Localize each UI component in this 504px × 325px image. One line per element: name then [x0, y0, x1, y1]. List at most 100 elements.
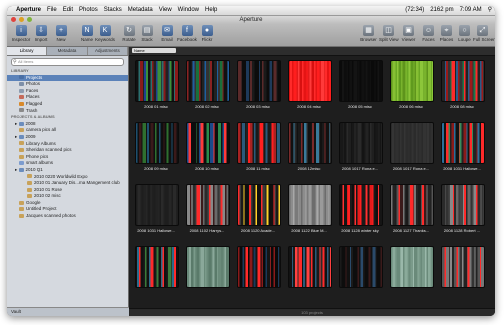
menu-window[interactable]: Window	[175, 6, 202, 15]
menu-metadata[interactable]: Metadata	[125, 6, 156, 15]
wifi-status[interactable]: 2162 pm	[427, 6, 456, 15]
project-thumbnail[interactable]: 2008 09 misc	[135, 122, 179, 171]
toolbar-split-view-button[interactable]: ◫ Split View	[379, 25, 399, 42]
sidebar-item[interactable]: Projects	[7, 74, 128, 82]
project-thumbnail[interactable]	[441, 246, 485, 290]
toolbar-import-button[interactable]: ⇩ Import	[31, 25, 51, 42]
project-thumbnail[interactable]: 2008 01 misc	[135, 60, 179, 109]
toolbar-places-button[interactable]: ⌖ Places	[437, 25, 456, 42]
project-thumbnail[interactable]: 2008 1102 Harrys...	[186, 184, 230, 233]
project-thumbnail[interactable]: 2008 05 misc	[339, 60, 383, 109]
toolbar-rotate-button[interactable]: ↻ Rotate	[119, 25, 139, 42]
sidebar-item[interactable]: camera pics all	[7, 127, 128, 134]
sidebar-item[interactable]: 2010 02 misc	[7, 193, 128, 200]
project-thumbnail[interactable]	[390, 246, 434, 290]
project-preview-image	[390, 184, 434, 226]
sidebar-item[interactable]: Google	[7, 200, 128, 207]
project-thumbnail[interactable]: 2008 1017 Rona e...	[339, 122, 383, 171]
project-thumbnail[interactable]: 2008 1122 Blue M...	[288, 184, 332, 233]
battery-status[interactable]: (72:34)	[402, 6, 427, 15]
project-thumbnail[interactable]: 2008 1017 Rona e...	[390, 122, 434, 171]
tab-library[interactable]: Library	[7, 47, 48, 55]
sidebar-section-header: PROJECTS & ALBUMS	[7, 114, 128, 121]
toolbar-loupe-button[interactable]: ○ Loupe	[455, 25, 474, 42]
zoom-icon[interactable]	[27, 17, 32, 22]
sidebar-item[interactable]: Untitled Project	[7, 206, 128, 213]
sidebar-item-label: Sheridan scanned pics	[26, 147, 72, 153]
project-thumbnail[interactable]: 2008 03 misc	[237, 60, 281, 109]
sidebar-item[interactable]: ▸ 2008	[7, 121, 128, 128]
sort-select[interactable]: Name	[132, 48, 176, 53]
project-name: 2008 1128 winter sky	[341, 228, 379, 233]
sidebar-item[interactable]: Flagged	[7, 101, 128, 108]
project-thumbnail[interactable]: 2008 1128 winter sky	[339, 184, 383, 233]
vault-bar[interactable]: Vault	[7, 307, 132, 316]
spotlight-icon[interactable]: ⚲	[485, 6, 495, 15]
toolbar-faces-button[interactable]: ☺ Faces	[419, 25, 438, 42]
project-preview-image	[441, 246, 485, 288]
project-thumbnail[interactable]: 2008 06 misc	[390, 60, 434, 109]
sidebar-item[interactable]: Trash	[7, 108, 128, 115]
sidebar-item[interactable]: Library Albums	[7, 141, 128, 148]
sidebar-item[interactable]: Sheridan scanned pics	[7, 147, 128, 154]
menubar-clock[interactable]: 7:09 AM	[457, 6, 485, 15]
toolbar-new-button[interactable]: + New	[51, 25, 71, 42]
project-thumbnail[interactable]	[186, 246, 230, 290]
disclosure-triangle-icon[interactable]: ▸	[15, 134, 19, 139]
project-thumbnail[interactable]: 2008 02 misc	[186, 60, 230, 109]
sidebar-item[interactable]: smart albums	[7, 160, 128, 167]
project-thumbnail[interactable]: 2008 1031 Hallowe...	[135, 184, 179, 233]
project-thumbnail[interactable]: 2008 1120 Acade...	[237, 184, 281, 233]
toolbar-browser-button[interactable]: ▦ Browser	[359, 25, 378, 42]
tab-metadata[interactable]: Metadata	[47, 47, 88, 55]
menu-edit[interactable]: Edit	[60, 6, 76, 15]
toolbar-facebook-button[interactable]: f Facebook	[177, 25, 197, 42]
project-thumbnail[interactable]: 2008 1127 Thanks...	[390, 184, 434, 233]
project-preview-image	[441, 184, 485, 226]
project-thumbnail[interactable]: 2008 04 misc	[288, 60, 332, 109]
menu-file[interactable]: File	[44, 6, 60, 15]
project-thumbnail[interactable]: 2008 10 misc	[186, 122, 230, 171]
project-thumbnail[interactable]: 2008 11 misc	[237, 122, 281, 171]
menu-help[interactable]: Help	[202, 6, 220, 15]
disclosure-triangle-icon[interactable]: ▸	[15, 121, 19, 126]
toolbar-stack-button[interactable]: ▤ Stack	[137, 25, 157, 42]
toolbar-keywords-button[interactable]: K Keywords	[95, 25, 115, 42]
sidebar-item[interactable]: Places	[7, 94, 128, 101]
menu-photos[interactable]: Photos	[76, 6, 101, 15]
toolbar-name-button[interactable]: N Name	[77, 25, 97, 42]
minimize-icon[interactable]	[19, 17, 24, 22]
menu-aperture[interactable]: Aperture	[13, 6, 44, 15]
sidebar-item-label: Jacques scanned photos	[26, 213, 76, 219]
toolbar-full-screen-button[interactable]: ⤢ Full Screen	[473, 25, 495, 42]
project-thumbnail[interactable]: 2008 08 misc	[441, 60, 485, 109]
project-thumbnail[interactable]	[288, 246, 332, 290]
toolbar-inspector-button[interactable]: i Inspector	[11, 25, 31, 42]
menu-stacks[interactable]: Stacks	[101, 6, 125, 15]
project-thumbnail[interactable]	[135, 246, 179, 290]
sidebar-item[interactable]: ▸ 2009	[7, 134, 128, 141]
toolbar-viewer-button[interactable]: ▣ Viewer	[399, 25, 418, 42]
project-thumbnail[interactable]	[237, 246, 281, 290]
sidebar-item[interactable]: Jacques scanned photos	[7, 213, 128, 220]
close-icon[interactable]	[11, 17, 16, 22]
project-thumbnail[interactable]	[339, 246, 383, 290]
menu-view[interactable]: View	[156, 6, 175, 15]
sidebar-item[interactable]: 2010 01 January Dis...ma Mangement club	[7, 180, 128, 187]
project-icon	[19, 147, 24, 152]
project-thumbnail[interactable]: 2008 1031 Hallowe...	[441, 122, 485, 171]
project-preview-image	[390, 246, 434, 288]
project-thumbnail[interactable]: 2008 12misc	[288, 122, 332, 171]
sidebar-item[interactable]: 2010 01 Rose	[7, 187, 128, 194]
toolbar-flickr-button[interactable]: ● Flickr	[197, 25, 217, 42]
sidebar-item[interactable]: Faces	[7, 88, 128, 95]
sidebar-item[interactable]: 2010 0220 Worldwild Expo	[7, 174, 128, 181]
disclosure-triangle-icon[interactable]: ▸	[15, 167, 19, 172]
toolbar-email-button[interactable]: ✉ Email	[157, 25, 177, 42]
tab-adjustments[interactable]: Adjustments	[88, 47, 128, 55]
sidebar-item[interactable]: ▸ 2010 Q1	[7, 167, 128, 174]
project-thumbnail[interactable]: 2008 1128 Robert ...	[441, 184, 485, 233]
sidebar-item[interactable]: Photos	[7, 81, 128, 88]
library-search-input[interactable]: All Items	[11, 58, 124, 66]
sidebar-item[interactable]: Phone pics	[7, 154, 128, 161]
